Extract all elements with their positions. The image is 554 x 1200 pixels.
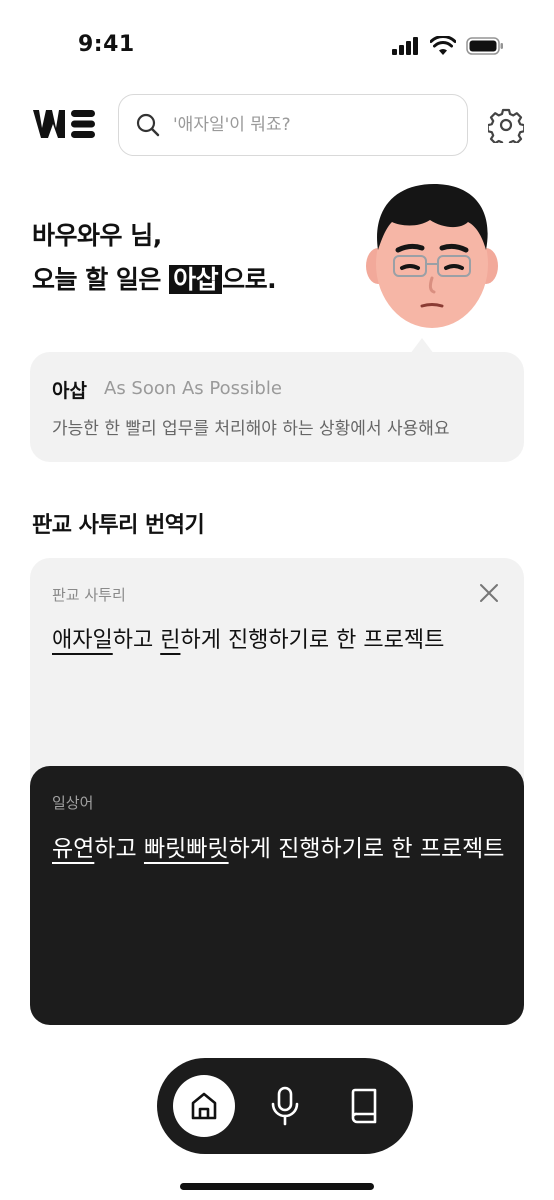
definition-card: 아삽 As Soon As Possible 가능한 한 빨리 업무를 처리해야… <box>30 352 524 462</box>
translator-title: 판교 사투리 번역기 <box>32 513 205 538</box>
greeting-suffix: 으로. <box>222 265 277 294</box>
output-text-segment: 하고 <box>94 836 144 862</box>
bottom-nav <box>157 1058 413 1154</box>
greeting-line-2: 오늘 할 일은 아삽 으로. <box>32 258 277 302</box>
input-term: 애자일 <box>52 628 113 653</box>
search-bar[interactable] <box>118 94 468 156</box>
input-term: 린 <box>160 628 181 653</box>
input-label: 판교 사투리 <box>52 586 126 604</box>
output-label: 일상어 <box>52 794 94 812</box>
input-text-segment: 하게 진행하기로 한 프로젝트 <box>180 628 445 653</box>
header <box>0 94 554 156</box>
output-text-segment: 하게 진행하기로 한 프로젝트 <box>228 836 505 862</box>
battery-icon <box>466 36 503 55</box>
nav-home-button[interactable] <box>173 1075 235 1137</box>
greeting-prefix: 오늘 할 일은 <box>32 265 170 294</box>
signal-icon <box>392 36 418 55</box>
home-indicator[interactable] <box>180 1183 374 1190</box>
status-time: 9:41 <box>78 32 135 57</box>
input-text[interactable]: 애자일하고 린하게 진행하기로 한 프로젝트 <box>52 624 502 658</box>
definition-word: 아삽 <box>52 380 87 402</box>
search-input[interactable] <box>173 115 433 135</box>
home-icon <box>191 1092 217 1120</box>
avatar <box>366 184 498 328</box>
logo[interactable] <box>31 106 97 142</box>
gear-icon[interactable] <box>488 107 524 143</box>
wifi-icon <box>430 36 456 55</box>
search-icon <box>136 113 160 137</box>
input-text-segment: 하고 <box>112 628 161 653</box>
book-icon[interactable] <box>347 1086 383 1126</box>
status-icons <box>392 36 504 55</box>
status-bar: 9:41 <box>0 0 554 90</box>
output-term: 빠릿빠릿 <box>143 836 229 862</box>
definition-description: 가능한 한 빨리 업무를 처리해야 하는 상황에서 사용해요 <box>52 419 450 439</box>
highlighted-word: 아삽 <box>169 265 223 294</box>
microphone-icon[interactable] <box>267 1086 303 1126</box>
output-term: 유연 <box>52 836 95 862</box>
output-text: 유연하고 빠릿빠릿하게 진행하기로 한 프로젝트 <box>52 830 512 868</box>
definition-full-form: As Soon As Possible <box>104 378 282 399</box>
close-icon[interactable] <box>478 582 500 604</box>
greeting-line-1: 바우와우 님, <box>32 221 162 250</box>
translator-output-card: 일상어 유연하고 빠릿빠릿하게 진행하기로 한 프로젝트 <box>30 766 524 1025</box>
greeting: 바우와우 님, 오늘 할 일은 아삽 으로. <box>32 214 277 302</box>
